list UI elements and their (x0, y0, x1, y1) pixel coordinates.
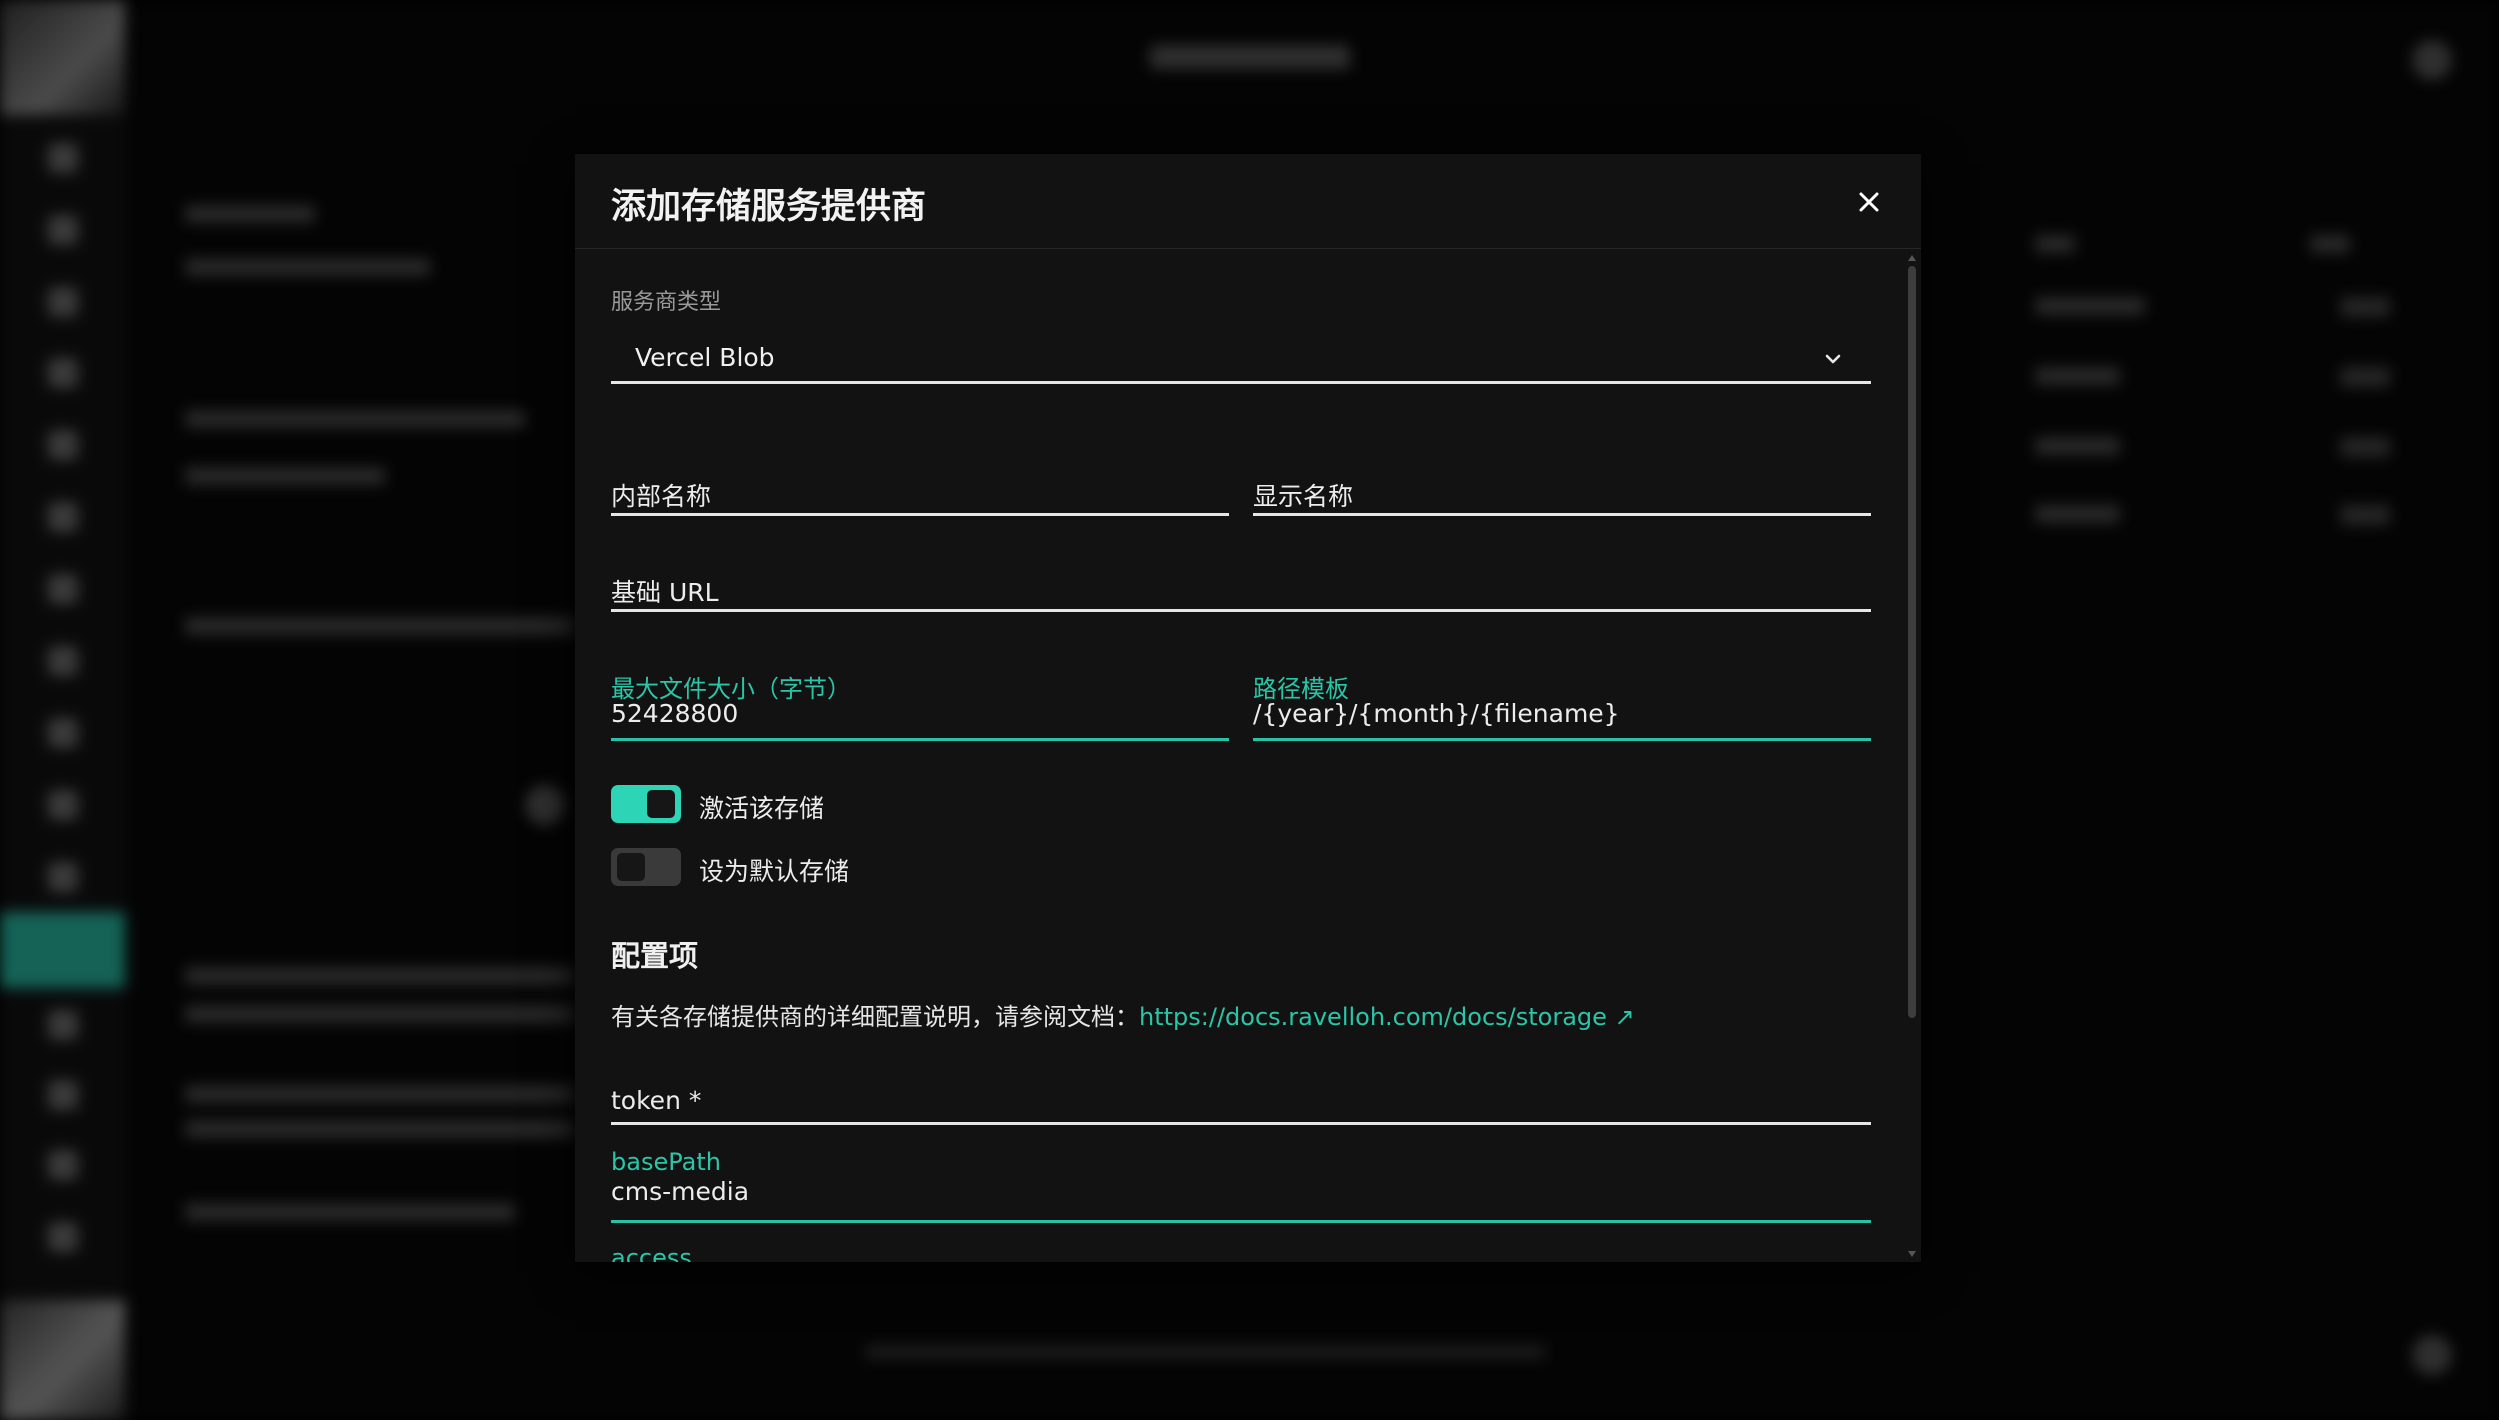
base-url-field[interactable]: 基础 URL (611, 563, 1871, 613)
background-action (2340, 505, 2390, 525)
sidebar-icon (48, 143, 78, 173)
background-action (2340, 367, 2390, 387)
chevron-down-icon (1825, 354, 1841, 364)
docs-description: 有关各存储提供商的详细配置说明，请参阅文档：https://docs.ravel… (611, 997, 1635, 1032)
background-text (2035, 297, 2145, 315)
sidebar-icon (48, 215, 78, 245)
sidebar-icon (48, 574, 78, 604)
background-text (185, 967, 575, 985)
dialog-header: 添加存储服务提供商 (575, 154, 1921, 249)
background-text (185, 1005, 575, 1023)
provider-type-select[interactable]: Vercel Blob (611, 304, 1871, 384)
scroll-down-arrow[interactable] (1908, 1251, 1916, 1257)
default-storage-toggle[interactable] (611, 848, 681, 886)
max-file-size-field[interactable]: 最大文件大小（字节） 52428800 (611, 669, 1229, 749)
display-name-underline (1253, 513, 1871, 516)
sidebar-icon (48, 1150, 78, 1180)
close-button[interactable] (1851, 184, 1887, 220)
sidebar-active-item (0, 912, 125, 988)
background-text (185, 410, 525, 428)
scroll-up-arrow[interactable] (1908, 255, 1916, 261)
background-action (2340, 437, 2390, 457)
base-url-label: 基础 URL (611, 578, 719, 607)
basepath-value: cms-media (611, 1177, 750, 1206)
access-field[interactable]: access (611, 1244, 1871, 1262)
token-underline (611, 1122, 1871, 1125)
background-text (185, 205, 315, 223)
background-text (185, 617, 575, 635)
path-template-field[interactable]: 路径模板 /{year}/{month}/{filename} (1253, 669, 1871, 749)
base-url-underline (611, 609, 1871, 612)
docs-link[interactable]: https://docs.ravelloh.com/docs/storage ↗ (1139, 1003, 1635, 1031)
background-text (2035, 437, 2120, 455)
background-title (1150, 45, 1350, 69)
sidebar-icon (48, 358, 78, 388)
sidebar-avatar (0, 0, 125, 115)
activate-storage-toggle[interactable] (611, 785, 681, 823)
background-button (2412, 40, 2452, 80)
add-storage-provider-dialog: 添加存储服务提供商 服务商类型 Vercel Blob 内部名称 显示名称 基础… (575, 154, 1921, 1262)
close-icon (1859, 192, 1879, 212)
background-text (185, 1203, 515, 1221)
max-file-size-value: 52428800 (611, 699, 739, 728)
basepath-field[interactable]: basePath cms-media (611, 1148, 1871, 1228)
sidebar-icon (48, 502, 78, 532)
token-field[interactable]: token * (611, 1079, 1871, 1129)
sidebar-icon (48, 718, 78, 748)
sidebar-icon (48, 646, 78, 676)
sidebar-icon (48, 790, 78, 820)
dialog-title: 添加存储服务提供商 (611, 187, 927, 227)
internal-name-label: 内部名称 (611, 482, 712, 511)
display-name-field[interactable]: 显示名称 (1253, 467, 1871, 517)
display-name-label: 显示名称 (1253, 482, 1354, 511)
access-label: access (611, 1244, 692, 1262)
background-action (2340, 297, 2390, 317)
path-template-value: /{year}/{month}/{filename} (1253, 699, 1620, 728)
provider-type-underline (611, 381, 1871, 384)
background-text (185, 258, 430, 276)
background-text (185, 467, 385, 485)
background-text (185, 1085, 575, 1103)
basepath-underline (611, 1220, 1871, 1223)
background-sidebar (0, 0, 125, 1420)
provider-type-value: Vercel Blob (635, 343, 775, 372)
background-button (2412, 1335, 2452, 1375)
path-template-underline (1253, 738, 1871, 741)
background-text (2035, 505, 2120, 523)
sidebar-icon (48, 287, 78, 317)
sidebar-icon (48, 430, 78, 460)
dialog-body: 服务商类型 Vercel Blob 内部名称 显示名称 基础 URL 最大文件大… (575, 249, 1921, 1262)
background-pagination (865, 1345, 1545, 1359)
sidebar-icon (48, 862, 78, 892)
sidebar-icon (48, 1080, 78, 1110)
background-text (2035, 235, 2075, 253)
background-text (2035, 367, 2120, 385)
default-storage-label: 设为默认存储 (699, 857, 850, 886)
sidebar-footer-image (0, 1300, 125, 1420)
internal-name-underline (611, 513, 1229, 516)
internal-name-field[interactable]: 内部名称 (611, 467, 1229, 517)
toggle-knob (647, 790, 675, 818)
basepath-label: basePath (611, 1148, 721, 1176)
background-text (185, 1120, 575, 1138)
config-section-title: 配置项 (611, 939, 699, 973)
activate-storage-label: 激活该存储 (699, 794, 825, 823)
sidebar-icon (48, 1222, 78, 1252)
docs-text: 有关各存储提供商的详细配置说明，请参阅文档： (611, 1003, 1139, 1031)
token-label: token * (611, 1086, 702, 1115)
max-file-size-underline (611, 738, 1229, 741)
dialog-scrollbar[interactable] (1908, 266, 1916, 1018)
background-button (525, 785, 565, 825)
background-text (2310, 235, 2350, 253)
sidebar-icon (48, 1010, 78, 1040)
toggle-knob (617, 853, 645, 881)
